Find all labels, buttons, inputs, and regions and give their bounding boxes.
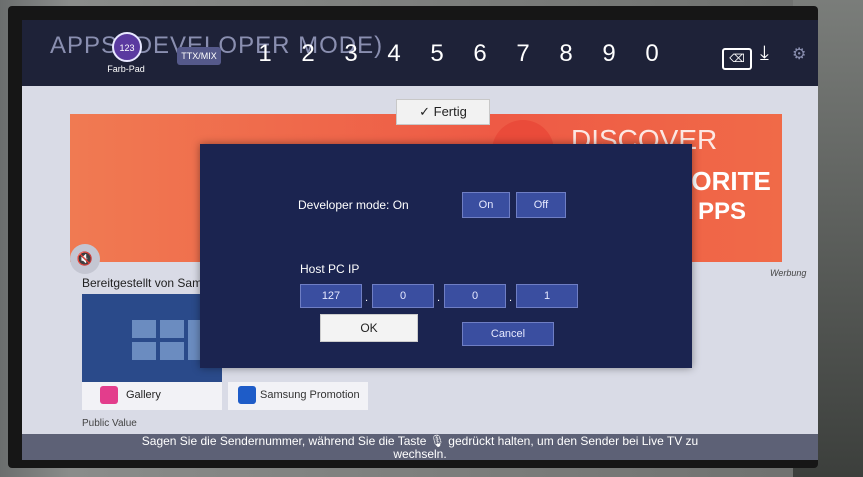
ttx-mix-button[interactable]: TTX/MIX — [177, 47, 221, 65]
host-pc-ip-label: Host PC IP — [300, 262, 360, 276]
thumb-image — [160, 320, 184, 338]
digit-0[interactable]: 0 — [637, 40, 667, 68]
ok-button[interactable]: OK — [320, 314, 418, 342]
digit-7[interactable]: 7 — [508, 40, 538, 68]
gallery-app-card[interactable]: Gallery — [82, 382, 222, 410]
on-button[interactable]: On — [462, 192, 510, 218]
farb-pad-label: Farb-Pad — [107, 64, 145, 74]
thumb-image — [132, 342, 156, 360]
ip-dot: . — [509, 292, 513, 304]
tv-screen: DISCOVER VORITE PPS Werbung APPS (DEVELO… — [22, 20, 818, 460]
download-icon[interactable]: ⤓ — [760, 42, 769, 65]
ip-dot: . — [365, 292, 369, 304]
digit-5[interactable]: 5 — [422, 40, 452, 68]
thumb-image — [160, 342, 184, 360]
digit-1[interactable]: 1 — [250, 40, 280, 68]
done-button[interactable]: ✓ Fertig — [396, 99, 490, 125]
gallery-icon — [100, 386, 118, 404]
tv-frame: DISCOVER VORITE PPS Werbung APPS (DEVELO… — [8, 6, 818, 468]
digit-8[interactable]: 8 — [551, 40, 581, 68]
section-title: Bereitgestellt von Sams — [82, 276, 209, 290]
mute-icon[interactable]: 🔇 — [70, 244, 100, 274]
promotion-label: Samsung Promotion — [260, 389, 360, 401]
farb-pad-button[interactable]: 123 Farb-Pad — [100, 32, 152, 82]
voice-hint-subtitle: Sagen Sie die Sendernummer, während Sie … — [22, 434, 818, 460]
ip-octet-1[interactable]: 127 — [300, 284, 362, 308]
farb-pad-icon: 123 — [112, 32, 142, 62]
number-input-bar: APPS (DEVELOPER MODE) 123 Farb-Pad TTX/M… — [22, 20, 818, 86]
digit-3[interactable]: 3 — [336, 40, 366, 68]
promotion-app-card[interactable]: Samsung Promotion — [228, 382, 368, 410]
backspace-icon[interactable]: ⌫ — [722, 48, 752, 70]
ip-dot: . — [437, 292, 441, 304]
banner-text-apps: PPS — [698, 198, 747, 225]
gift-icon — [238, 386, 256, 404]
ip-octet-3[interactable]: 0 — [444, 284, 506, 308]
gallery-label: Gallery — [126, 389, 161, 401]
cancel-button[interactable]: Cancel — [462, 322, 554, 346]
public-value-label: Public Value — [82, 418, 137, 429]
ad-label: Werbung — [770, 268, 807, 278]
digit-9[interactable]: 9 — [594, 40, 624, 68]
gear-icon[interactable]: ⚙ — [792, 44, 806, 64]
off-button[interactable]: Off — [516, 192, 566, 218]
digit-4[interactable]: 4 — [379, 40, 409, 68]
thumb-image — [132, 320, 156, 338]
subtitle-line-1: Sagen Sie die Sendernummer, während Sie … — [141, 434, 699, 448]
developer-mode-dialog: Developer mode: On On Off Host PC IP 127… — [200, 144, 692, 368]
digit-6[interactable]: 6 — [465, 40, 495, 68]
developer-mode-label: Developer mode: On — [298, 198, 409, 212]
ip-octet-4[interactable]: 1 — [516, 284, 578, 308]
ip-octet-2[interactable]: 0 — [372, 284, 434, 308]
subtitle-line-2: wechseln. — [393, 447, 447, 460]
digit-2[interactable]: 2 — [293, 40, 323, 68]
